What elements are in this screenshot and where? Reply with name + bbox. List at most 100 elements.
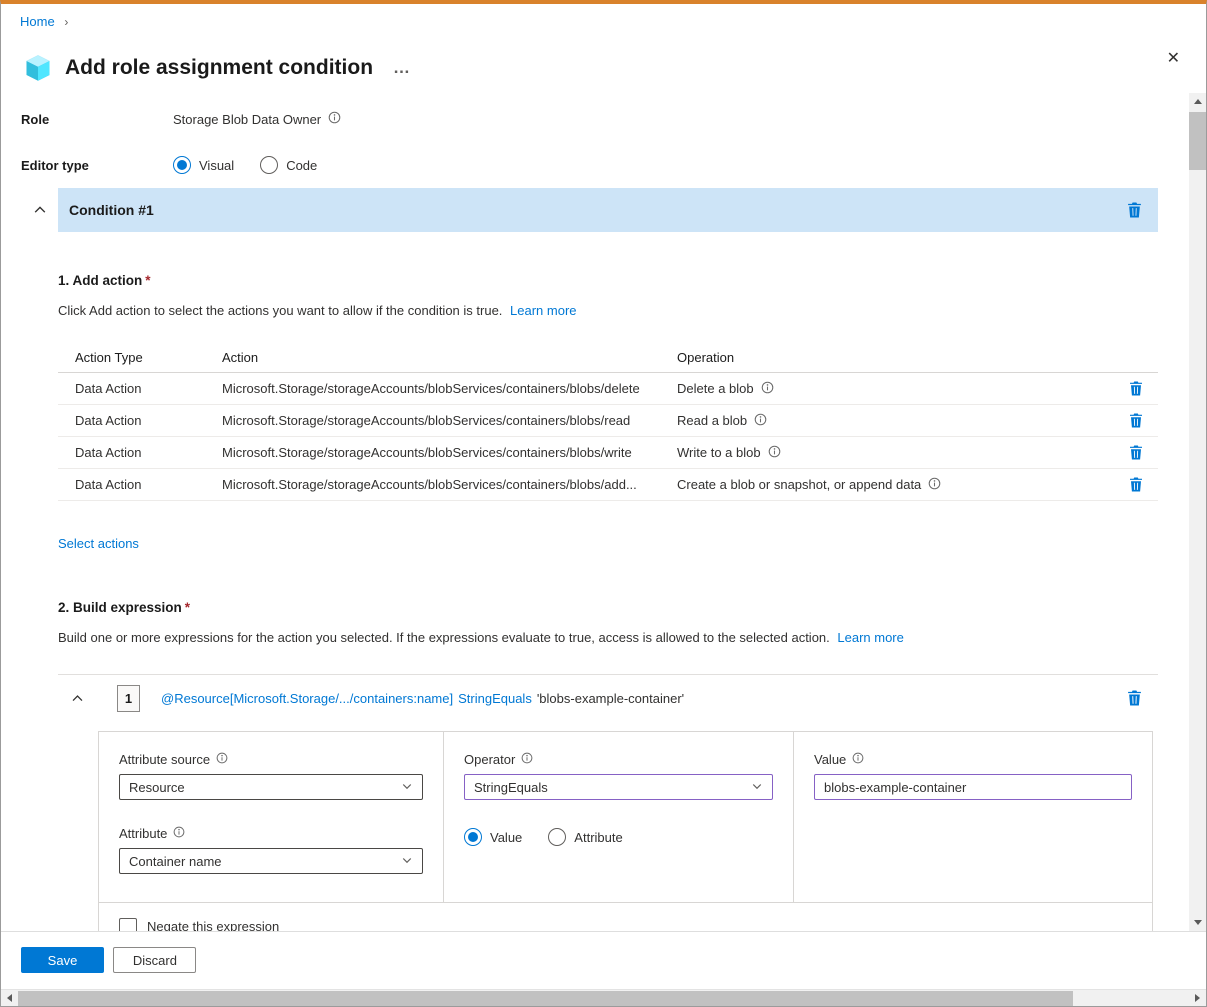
delete-expression-icon[interactable] <box>1127 690 1142 706</box>
info-icon[interactable] <box>216 752 228 767</box>
actions-table-header: Action Type Action Operation <box>58 343 1158 373</box>
operation-text: Write to a blob <box>677 445 761 460</box>
expression-index-badge: 1 <box>117 685 140 712</box>
scrollbar-up-arrow-icon[interactable] <box>1189 93 1206 110</box>
condition-header-row: Condition #1 <box>21 188 1175 232</box>
info-icon[interactable] <box>521 752 533 767</box>
info-icon[interactable] <box>328 111 341 127</box>
delete-action-icon[interactable] <box>1129 413 1143 428</box>
editor-type-row: Editor type Visual Code <box>21 155 1175 175</box>
horizontal-scrollbar-thumb[interactable] <box>18 991 1073 1006</box>
build-expression-heading: 2. Build expression* <box>58 600 1175 615</box>
operation-cell: Read a blob <box>677 413 1114 429</box>
editor-type-code-radio[interactable]: Code <box>260 156 317 174</box>
table-row: Data Action Microsoft.Storage/storageAcc… <box>58 437 1158 469</box>
chevron-down-icon <box>401 854 413 869</box>
radio-unselected-icon <box>260 156 278 174</box>
info-icon[interactable] <box>754 413 767 429</box>
compare-attribute-radio[interactable]: Attribute <box>548 828 622 846</box>
save-button[interactable]: Save <box>21 947 104 973</box>
info-icon[interactable] <box>852 752 864 767</box>
build-expression-learn-more-link[interactable]: Learn more <box>837 630 903 645</box>
actions-table: Action Type Action Operation Data Action… <box>58 343 1158 501</box>
breadcrumb-home-link[interactable]: Home <box>20 14 55 29</box>
operator-label: Operator <box>464 752 515 767</box>
expression-summary-row: 1 @Resource[Microsoft.Storage/.../contai… <box>58 675 1158 721</box>
more-menu-button[interactable]: … <box>393 63 411 73</box>
editor-type-visual-radio[interactable]: Visual <box>173 156 234 174</box>
operation-cell: Write to a blob <box>677 445 1114 461</box>
scrollbar-right-arrow-icon[interactable] <box>1189 990 1206 1006</box>
page-content: Role Storage Blob Data Owner Editor type… <box>1 93 1206 931</box>
expression-attribute[interactable]: @Resource[Microsoft.Storage/.../containe… <box>161 691 453 706</box>
build-expression-heading-text: 2. Build expression <box>58 600 182 615</box>
build-expression-description: Build one or more expressions for the ac… <box>58 630 1175 645</box>
table-row: Data Action Microsoft.Storage/storageAcc… <box>58 469 1158 501</box>
column-action-type: Action Type <box>58 350 222 365</box>
attribute-value: Container name <box>129 854 222 869</box>
build-expression-description-text: Build one or more expressions for the ac… <box>58 630 830 645</box>
editor-type-code-label: Code <box>286 158 317 173</box>
builder-operator-column: Operator StringEquals Value <box>444 732 794 902</box>
column-operation: Operation <box>677 350 1114 365</box>
add-action-heading: 1. Add action* <box>58 273 1175 288</box>
condition-title: Condition #1 <box>69 202 154 218</box>
editor-type-visual-label: Visual <box>199 158 234 173</box>
action-cell: Microsoft.Storage/storageAccounts/blobSe… <box>222 445 677 460</box>
table-row: Data Action Microsoft.Storage/storageAcc… <box>58 405 1158 437</box>
scrollbar-left-arrow-icon[interactable] <box>1 990 18 1006</box>
collapse-expression-chevron-icon[interactable] <box>71 692 84 705</box>
condition-header[interactable]: Condition #1 <box>58 188 1158 232</box>
radio-selected-icon <box>464 828 482 846</box>
delete-action-icon[interactable] <box>1129 445 1143 460</box>
attribute-dropdown[interactable]: Container name <box>119 848 423 874</box>
builder-value-column: Value <box>794 732 1152 902</box>
delete-condition-icon[interactable] <box>1127 202 1142 218</box>
expression-summary: @Resource[Microsoft.Storage/.../containe… <box>161 691 684 706</box>
info-icon[interactable] <box>928 477 941 493</box>
compare-value-label: Value <box>490 830 522 845</box>
radio-selected-icon <box>173 156 191 174</box>
select-actions-link[interactable]: Select actions <box>58 536 139 551</box>
vertical-scrollbar[interactable] <box>1189 93 1206 931</box>
compare-type-radio-group: Value Attribute <box>464 828 773 846</box>
negate-expression-checkbox[interactable] <box>119 918 137 932</box>
attribute-source-label: Attribute source <box>119 752 210 767</box>
value-input[interactable] <box>814 774 1132 800</box>
expression-value: 'blobs-example-container' <box>537 691 684 706</box>
compare-value-radio[interactable]: Value <box>464 828 522 846</box>
attribute-label: Attribute <box>119 826 167 841</box>
collapse-condition-chevron-icon[interactable] <box>21 203 58 217</box>
role-label: Role <box>21 112 173 127</box>
attribute-source-dropdown[interactable]: Resource <box>119 774 423 800</box>
builder-attribute-column: Attribute source Resource Attribute <box>99 732 444 902</box>
close-button[interactable]: ✕ <box>1167 48 1180 68</box>
page-body: Role Storage Blob Data Owner Editor type… <box>1 93 1206 931</box>
expression-operator[interactable]: StringEquals <box>458 691 532 706</box>
action-type-cell: Data Action <box>58 477 222 492</box>
editor-type-radio-group: Visual Code <box>173 156 317 174</box>
radio-unselected-icon <box>548 828 566 846</box>
action-type-cell: Data Action <box>58 413 222 428</box>
info-icon[interactable] <box>768 445 781 461</box>
scrollbar-down-arrow-icon[interactable] <box>1189 914 1206 931</box>
footer: Save Discard <box>1 931 1206 989</box>
operation-text: Create a blob or snapshot, or append dat… <box>677 477 921 492</box>
horizontal-scrollbar[interactable] <box>1 989 1206 1006</box>
add-action-heading-text: 1. Add action <box>58 273 142 288</box>
add-action-learn-more-link[interactable]: Learn more <box>510 303 576 318</box>
attribute-source-value: Resource <box>129 780 185 795</box>
discard-button[interactable]: Discard <box>113 947 196 973</box>
info-icon[interactable] <box>173 826 185 841</box>
role-row: Role Storage Blob Data Owner <box>21 110 1175 128</box>
delete-action-icon[interactable] <box>1129 477 1143 492</box>
breadcrumb-separator-icon: › <box>64 15 68 29</box>
chevron-down-icon <box>751 780 763 795</box>
operator-value: StringEquals <box>474 780 548 795</box>
info-icon[interactable] <box>761 381 774 397</box>
operator-dropdown[interactable]: StringEquals <box>464 774 773 800</box>
vertical-scrollbar-thumb[interactable] <box>1189 112 1206 170</box>
delete-action-icon[interactable] <box>1129 381 1143 396</box>
page-title: Add role assignment condition <box>65 56 373 80</box>
required-asterisk: * <box>185 600 190 615</box>
